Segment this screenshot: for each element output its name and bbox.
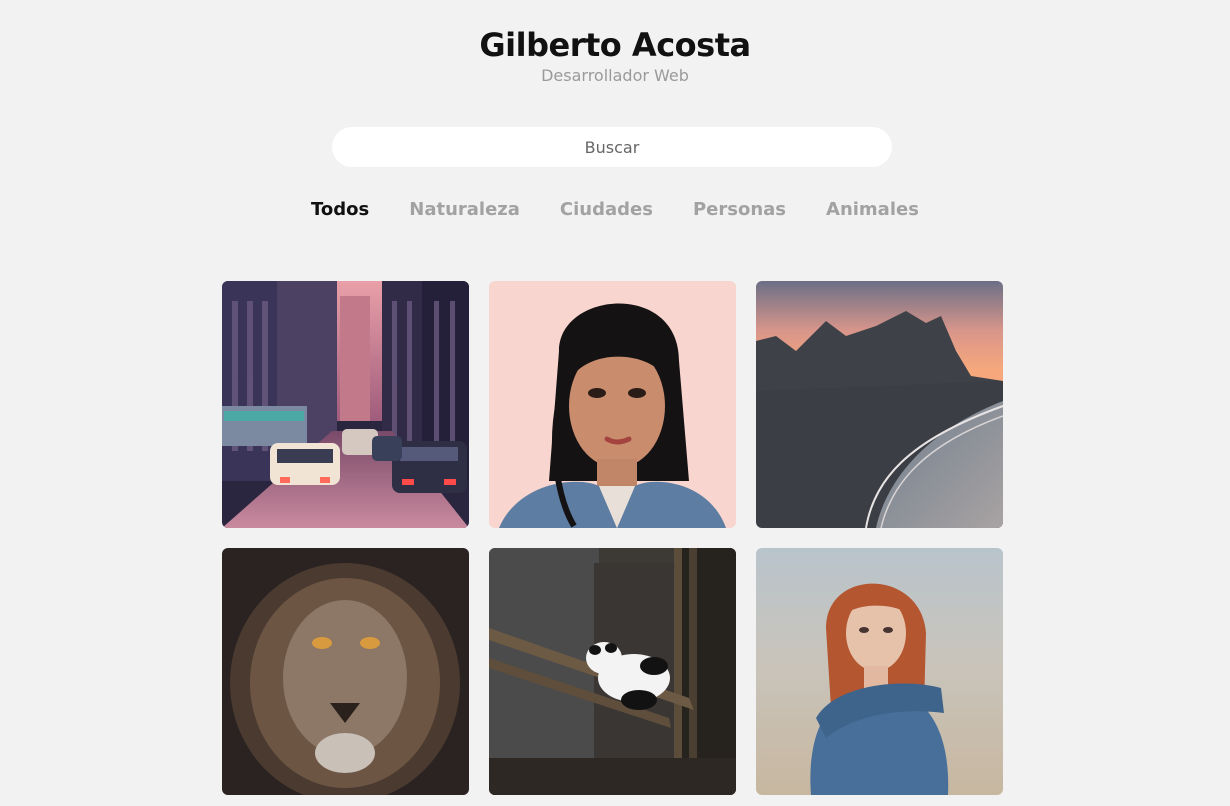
panda-image: [489, 548, 736, 795]
gallery-item-woman-portrait[interactable]: [489, 281, 736, 528]
category-naturaleza[interactable]: Naturaleza: [409, 198, 520, 222]
category-ciudades[interactable]: Ciudades: [560, 198, 653, 222]
category-todos[interactable]: Todos: [311, 198, 369, 222]
gallery-item-lion[interactable]: [222, 548, 469, 795]
category-personas[interactable]: Personas: [693, 198, 786, 222]
lion-image: [222, 548, 469, 795]
city-street-image: [222, 281, 469, 528]
category-animales[interactable]: Animales: [826, 198, 919, 222]
page-subtitle: Desarrollador Web: [541, 66, 689, 85]
gallery-item-city-street[interactable]: [222, 281, 469, 528]
woman-portrait-image: [489, 281, 736, 528]
search-bar: [332, 127, 892, 167]
site-header: Gilberto Acosta Desarrollador Web: [0, 24, 1230, 86]
gallery-item-panda[interactable]: [489, 548, 736, 795]
category-filter: Todos Naturaleza Ciudades Personas Anima…: [0, 198, 1230, 222]
gallery-item-mountain-coast[interactable]: [756, 281, 1003, 528]
mountain-coast-image: [756, 281, 1003, 528]
gallery-item-red-haired-woman[interactable]: [756, 548, 1003, 795]
red-haired-woman-image: [756, 548, 1003, 795]
image-gallery: [222, 281, 1003, 795]
search-input[interactable]: [332, 127, 892, 167]
page-title: Gilberto Acosta: [479, 26, 751, 64]
